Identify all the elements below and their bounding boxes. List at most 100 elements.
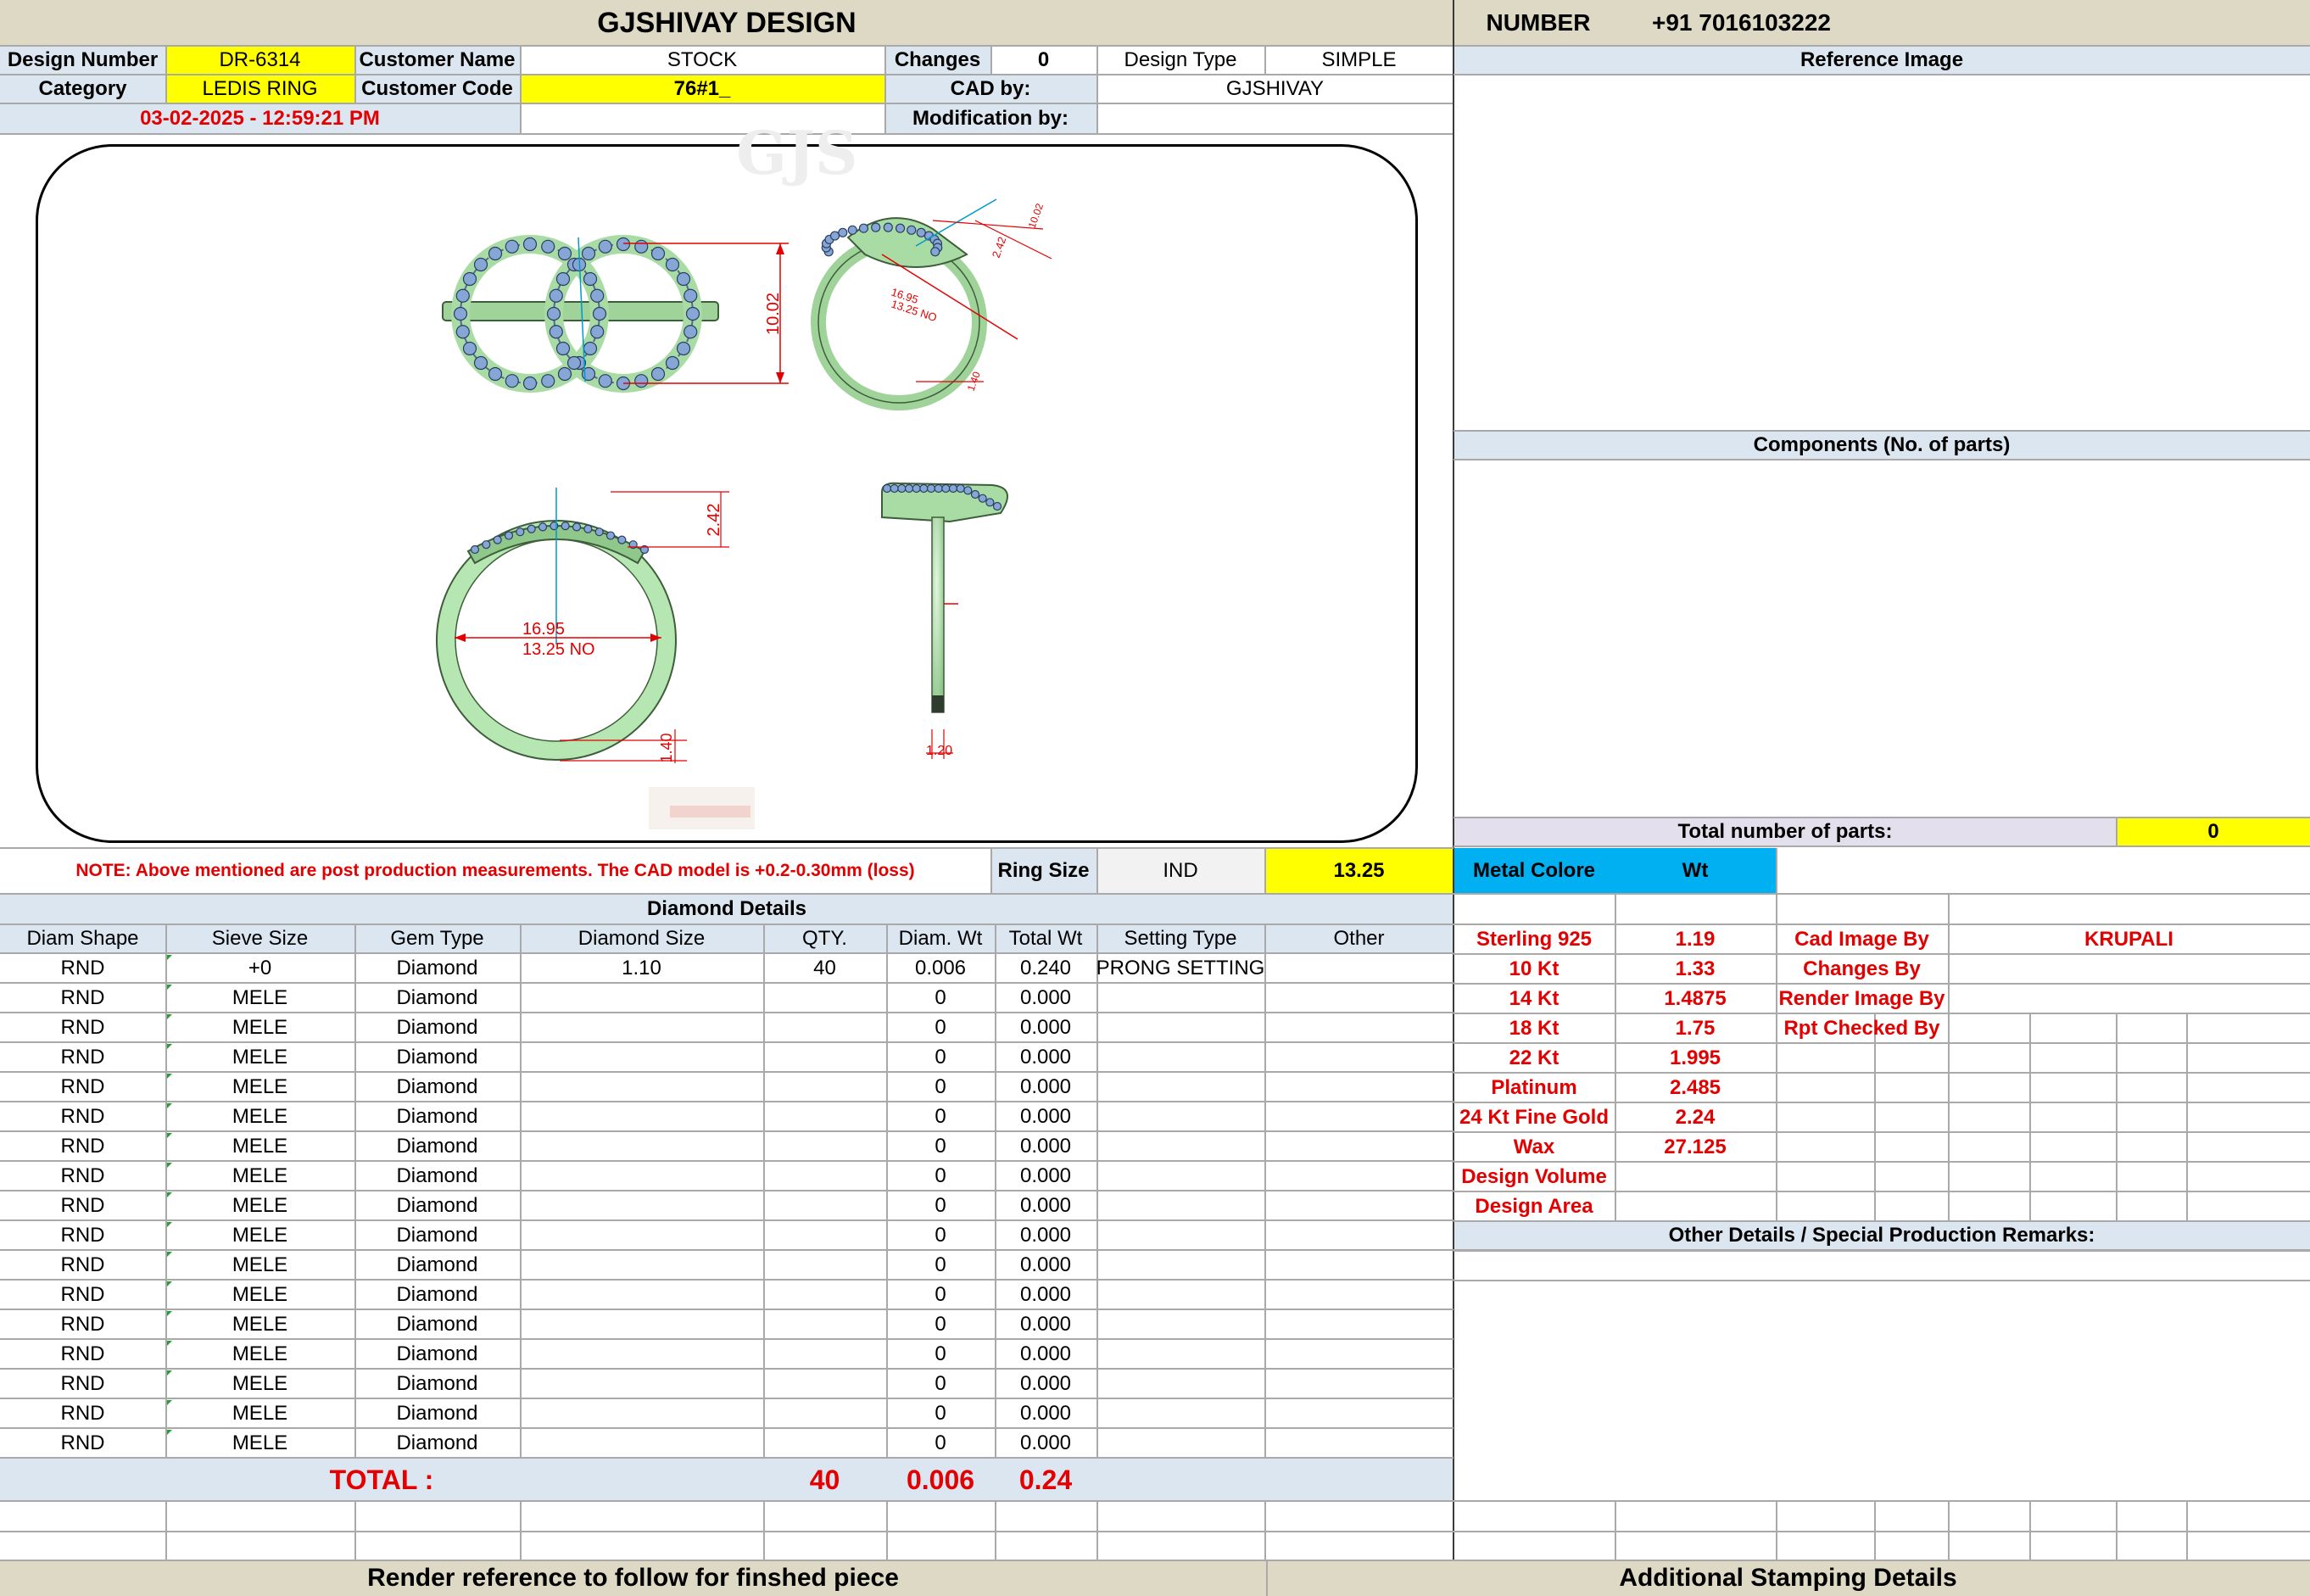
metal-weight[interactable]: 2.485 (1615, 1073, 1776, 1102)
diamond-cell[interactable] (1096, 1102, 1264, 1131)
diamond-cell[interactable]: MELE (165, 1250, 354, 1280)
customer-name-value[interactable]: STOCK (520, 46, 884, 75)
diamond-cell[interactable]: 0 (886, 1042, 995, 1072)
diamond-cell[interactable] (1096, 1220, 1264, 1250)
diamond-cell[interactable] (1264, 983, 1454, 1013)
diamond-cell[interactable]: Diamond (354, 953, 520, 983)
modification-value[interactable] (1096, 103, 1454, 134)
diamond-cell[interactable] (763, 1131, 886, 1161)
diamond-cell[interactable]: RND (0, 1369, 165, 1398)
diamond-cell[interactable] (1264, 1428, 1454, 1458)
diamond-cell[interactable] (1096, 1369, 1264, 1398)
total-parts-value[interactable]: 0 (2117, 818, 2310, 846)
diamond-cell[interactable] (1264, 1161, 1454, 1191)
diamond-cell[interactable]: MELE (165, 1339, 354, 1369)
diamond-cell[interactable]: 0.000 (995, 1428, 1096, 1458)
ring-size-system[interactable]: IND (1096, 848, 1264, 894)
metal-weight[interactable]: 27.125 (1615, 1132, 1776, 1162)
diamond-cell[interactable]: RND (0, 1339, 165, 1369)
role-value[interactable] (1948, 984, 2310, 1013)
diamond-cell[interactable]: Diamond (354, 1309, 520, 1339)
metal-weight[interactable]: 1.19 (1615, 924, 1776, 954)
diamond-cell[interactable] (520, 1309, 763, 1339)
diamond-cell[interactable]: MELE (165, 1220, 354, 1250)
diamond-cell[interactable]: RND (0, 1013, 165, 1042)
changes-value[interactable]: 0 (990, 46, 1096, 75)
diamond-cell[interactable] (1096, 1131, 1264, 1161)
diamond-cell[interactable] (1096, 1250, 1264, 1280)
design-number-value[interactable]: DR-6314 (165, 46, 354, 75)
diamond-cell[interactable] (1096, 1042, 1264, 1072)
diamond-cell[interactable]: Diamond (354, 1191, 520, 1220)
diamond-cell[interactable] (520, 1191, 763, 1220)
diamond-cell[interactable]: Diamond (354, 1042, 520, 1072)
diamond-cell[interactable] (763, 1072, 886, 1102)
diamond-cell[interactable] (1264, 1013, 1454, 1042)
role-value[interactable]: KRUPALI (1948, 924, 2310, 954)
diamond-cell[interactable]: 0 (886, 1013, 995, 1042)
diamond-cell[interactable]: 0.000 (995, 1398, 1096, 1428)
ring-size-value[interactable]: 13.25 (1264, 848, 1454, 894)
diamond-cell[interactable] (520, 1131, 763, 1161)
diamond-cell[interactable]: 0.000 (995, 1042, 1096, 1072)
diamond-cell[interactable] (520, 1369, 763, 1398)
diamond-cell[interactable]: RND (0, 1428, 165, 1458)
diamond-cell[interactable]: 0 (886, 1250, 995, 1280)
diamond-cell[interactable]: 0 (886, 1191, 995, 1220)
remarks-area[interactable] (1454, 1250, 2310, 1501)
diamond-cell[interactable] (763, 1250, 886, 1280)
diamond-cell[interactable] (1096, 1191, 1264, 1220)
diamond-cell[interactable]: MELE (165, 983, 354, 1013)
diamond-cell[interactable]: Diamond (354, 1428, 520, 1458)
diamond-cell[interactable]: +0 (165, 953, 354, 983)
diamond-cell[interactable]: RND (0, 1220, 165, 1250)
diamond-cell[interactable]: Diamond (354, 983, 520, 1013)
reference-image-area[interactable] (1454, 75, 2310, 431)
diamond-cell[interactable]: Diamond (354, 1250, 520, 1280)
diamond-cell[interactable] (1264, 1131, 1454, 1161)
diamond-cell[interactable] (520, 1250, 763, 1280)
diamond-cell[interactable]: 0.006 (886, 953, 995, 983)
diamond-cell[interactable] (1096, 1398, 1264, 1428)
diamond-cell[interactable]: 0 (886, 983, 995, 1013)
diamond-cell[interactable] (1264, 1339, 1454, 1369)
diamond-cell[interactable] (520, 1013, 763, 1042)
diamond-cell[interactable] (1096, 1309, 1264, 1339)
diamond-cell[interactable]: 0 (886, 1102, 995, 1131)
diamond-cell[interactable] (1264, 1072, 1454, 1102)
diamond-cell[interactable]: RND (0, 1250, 165, 1280)
diamond-cell[interactable] (1264, 1220, 1454, 1250)
diamond-cell[interactable] (1264, 1369, 1454, 1398)
diamond-cell[interactable]: RND (0, 1309, 165, 1339)
diamond-cell[interactable]: 1.10 (520, 953, 763, 983)
diamond-cell[interactable]: MELE (165, 1191, 354, 1220)
diamond-cell[interactable] (763, 1161, 886, 1191)
diamond-cell[interactable] (1096, 1072, 1264, 1102)
diamond-cell[interactable]: PRONG SETTING (1096, 953, 1264, 983)
diamond-cell[interactable]: RND (0, 1072, 165, 1102)
metal-weight[interactable] (1615, 1162, 1776, 1191)
diamond-cell[interactable] (520, 1161, 763, 1191)
diamond-cell[interactable]: 0.000 (995, 1131, 1096, 1161)
diamond-cell[interactable]: 0.000 (995, 1161, 1096, 1191)
diamond-cell[interactable]: MELE (165, 1131, 354, 1161)
diamond-cell[interactable]: MELE (165, 1013, 354, 1042)
diamond-cell[interactable]: 0 (886, 1398, 995, 1428)
diamond-cell[interactable] (1096, 1339, 1264, 1369)
diamond-cell[interactable]: 0 (886, 1339, 995, 1369)
diamond-cell[interactable]: 0 (886, 1220, 995, 1250)
diamond-cell[interactable]: 40 (763, 953, 886, 983)
diamond-cell[interactable]: MELE (165, 1369, 354, 1398)
diamond-cell[interactable] (520, 1339, 763, 1369)
diamond-cell[interactable]: RND (0, 1191, 165, 1220)
diamond-cell[interactable]: MELE (165, 1072, 354, 1102)
diamond-cell[interactable]: 0.000 (995, 1220, 1096, 1250)
diamond-cell[interactable]: 0.000 (995, 1191, 1096, 1220)
diamond-cell[interactable] (520, 1102, 763, 1131)
diamond-cell[interactable]: 0.000 (995, 1369, 1096, 1398)
diamond-cell[interactable]: 0.000 (995, 1339, 1096, 1369)
diamond-cell[interactable]: Diamond (354, 1161, 520, 1191)
diamond-cell[interactable]: Diamond (354, 1013, 520, 1042)
diamond-cell[interactable] (520, 1280, 763, 1309)
diamond-cell[interactable] (520, 1042, 763, 1072)
